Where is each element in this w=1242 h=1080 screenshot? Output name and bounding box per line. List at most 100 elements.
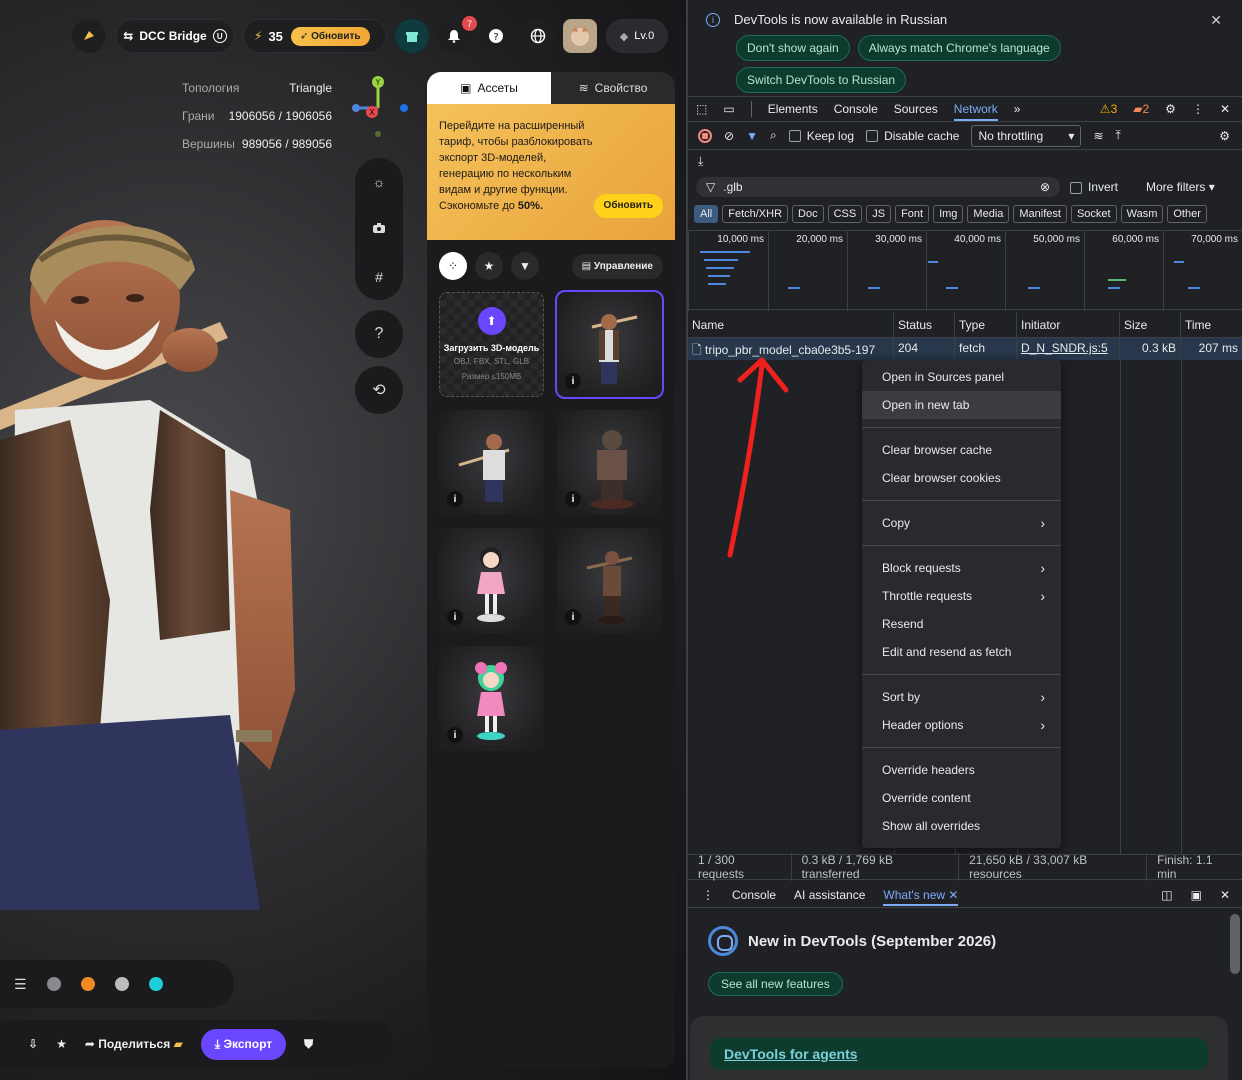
search-icon[interactable]: ⌕ (770, 128, 777, 143)
filter-funnel-icon[interactable]: ▼ (511, 252, 539, 280)
type-filter-all[interactable]: All (694, 205, 719, 223)
info-icon[interactable]: i (447, 491, 463, 507)
menu-item-open-in-sources-panel[interactable]: Open in Sources panel (862, 363, 1061, 391)
help-chat-icon[interactable]: ? (479, 19, 513, 53)
tab-assets[interactable]: ▣ Ассеты (427, 72, 551, 104)
menu-item-throttle-requests[interactable]: Throttle requests › (862, 582, 1061, 610)
3d-model-viewport[interactable] (0, 210, 300, 920)
export-har-icon[interactable]: ⤓ (698, 154, 703, 169)
column-name[interactable]: Name (688, 312, 894, 337)
settings-gear-icon[interactable]: ⚙ (1165, 102, 1176, 116)
menu-item-open-in-new-tab[interactable]: Open in new tab (862, 391, 1061, 419)
drawer-tab-ai[interactable]: AI assistance (794, 888, 865, 902)
gift-icon[interactable] (395, 19, 429, 53)
issues-counter[interactable]: ▰2 (1133, 102, 1149, 116)
asset-tile[interactable]: i (439, 646, 544, 751)
scrollbar-thumb[interactable] (1230, 914, 1240, 974)
row-initiator[interactable]: D_N_SNDR.js:5 (1017, 338, 1120, 360)
type-filter-manifest[interactable]: Manifest (1013, 205, 1067, 223)
manage-button[interactable]: ▤ Управление (571, 253, 663, 279)
info-icon[interactable]: i (447, 727, 463, 743)
asset-tile[interactable]: i (557, 410, 662, 515)
type-filter-font[interactable]: Font (895, 205, 930, 223)
devtools-agents-link[interactable]: DevTools for agents (724, 1046, 858, 1062)
dcc-bridge-button[interactable]: ⇆ DCC Bridge U (116, 19, 234, 53)
menu-item-clear-browser-cache[interactable]: Clear browser cache (862, 436, 1061, 464)
shield-icon[interactable]: ⛊ (304, 1037, 313, 1052)
close-drawer-icon[interactable]: ✕ (1220, 888, 1230, 902)
info-icon[interactable]: i (565, 373, 581, 389)
menu-item-copy[interactable]: Copy › (862, 509, 1061, 537)
light-icon[interactable]: ☼ (373, 174, 386, 190)
tab-console[interactable]: Console (834, 102, 878, 116)
asset-tile[interactable]: i (439, 410, 544, 515)
kebab-menu-icon[interactable]: ⋮ (1192, 102, 1204, 116)
share-button[interactable]: ➦ Поделиться ▰ (85, 1037, 183, 1051)
material-swatch[interactable] (46, 977, 61, 991)
upload-model-tile[interactable]: ⬆ Загрузить 3D-модель OBJ, FBX, STL, GLB… (439, 292, 544, 397)
clear-filter-icon[interactable]: ⊗ (1040, 180, 1050, 194)
dock-side-icon[interactable]: ◫ (1161, 888, 1172, 902)
switch-russian-button[interactable]: Switch DevTools to Russian (736, 67, 907, 93)
minimize-drawer-icon[interactable]: ▣ (1191, 888, 1202, 902)
upgrade-button[interactable]: ➶ Обновить (290, 26, 370, 46)
tab-network[interactable]: Network (953, 102, 998, 121)
type-filter-other[interactable]: Other (1167, 205, 1207, 223)
column-status[interactable]: Status (894, 312, 955, 337)
avatar[interactable] (563, 19, 597, 53)
invert-checkbox[interactable]: Invert (1070, 180, 1118, 194)
material-swatch[interactable] (80, 977, 95, 991)
type-filter-socket[interactable]: Socket (1070, 205, 1117, 223)
export-button[interactable]: ⤓ Экспорт (200, 1028, 287, 1060)
column-type[interactable]: Type (955, 312, 1017, 337)
axis-gizmo[interactable]: Y X (344, 72, 414, 142)
promo-upgrade-button[interactable]: Обновить (593, 194, 663, 218)
column-time[interactable]: Time (1181, 312, 1242, 337)
more-filters-dropdown[interactable]: More filters ▾ (1146, 180, 1215, 194)
level-badge[interactable]: ◆ Lv.0 (606, 19, 668, 53)
tab-elements[interactable]: Elements (768, 102, 818, 116)
column-initiator[interactable]: Initiator (1017, 312, 1120, 337)
close-icon[interactable]: ✕ (1210, 12, 1222, 29)
asset-tile[interactable]: i (439, 528, 544, 633)
menu-item-clear-browser-cookies[interactable]: Clear browser cookies (862, 464, 1061, 492)
type-filter-img[interactable]: Img (933, 205, 964, 223)
more-tabs-icon[interactable]: » (1014, 102, 1021, 116)
type-filter-css[interactable]: CSS (827, 205, 863, 223)
grid-view-icon[interactable]: ⁘ (439, 252, 467, 280)
camera-icon[interactable] (372, 221, 386, 238)
tab-properties[interactable]: ≋ Свойство (551, 72, 675, 104)
drawer-tab-console[interactable]: Console (732, 888, 776, 902)
see-all-features-button[interactable]: See all new features (708, 972, 843, 996)
column-size[interactable]: Size (1120, 312, 1181, 337)
network-settings-icon[interactable]: ⚙ (1219, 129, 1230, 143)
type-filter-wasm[interactable]: Wasm (1120, 205, 1164, 223)
menu-item-sort-by[interactable]: Sort by › (862, 683, 1061, 711)
keep-log-checkbox[interactable]: Keep log (788, 129, 854, 143)
type-filter-js[interactable]: JS (866, 205, 892, 223)
network-timeline[interactable]: 10,000 ms 20,000 ms 30,000 ms 40,000 ms … (688, 230, 1242, 311)
menu-item-resend[interactable]: Resend (862, 610, 1061, 638)
type-filter-doc[interactable]: Doc (792, 205, 824, 223)
menu-item-override-content[interactable]: Override content (862, 784, 1061, 812)
info-icon[interactable]: i (447, 609, 463, 625)
help-icon[interactable]: ? (355, 310, 403, 358)
type-filter-media[interactable]: Media (967, 205, 1010, 223)
asset-tile[interactable]: i (557, 528, 662, 633)
warning-counter[interactable]: ⚠3 (1100, 102, 1117, 116)
tab-sources[interactable]: Sources (894, 102, 938, 116)
clear-icon[interactable]: ⊘ (724, 129, 734, 143)
type-filter-fetch[interactable]: Fetch/XHR (722, 205, 789, 223)
material-swatch[interactable] (114, 977, 129, 991)
retopo-icon[interactable]: ⇩ (28, 1037, 38, 1051)
drawer-menu-icon[interactable]: ⋮ (702, 888, 714, 902)
menu-item-edit-and-resend-as-fetch[interactable]: Edit and resend as fetch (862, 638, 1061, 666)
disable-cache-checkbox[interactable]: Disable cache (866, 129, 959, 143)
menu-item-override-headers[interactable]: Override headers (862, 756, 1061, 784)
drawer-tab-whats-new[interactable]: What's new ✕ (883, 888, 959, 906)
import-har-icon[interactable]: ⤒ (1116, 128, 1121, 143)
brand-logo-icon[interactable] (72, 19, 106, 53)
record-icon[interactable] (698, 128, 712, 143)
material-swatch[interactable] (148, 977, 163, 991)
history-icon[interactable]: ⟲ (355, 366, 403, 414)
